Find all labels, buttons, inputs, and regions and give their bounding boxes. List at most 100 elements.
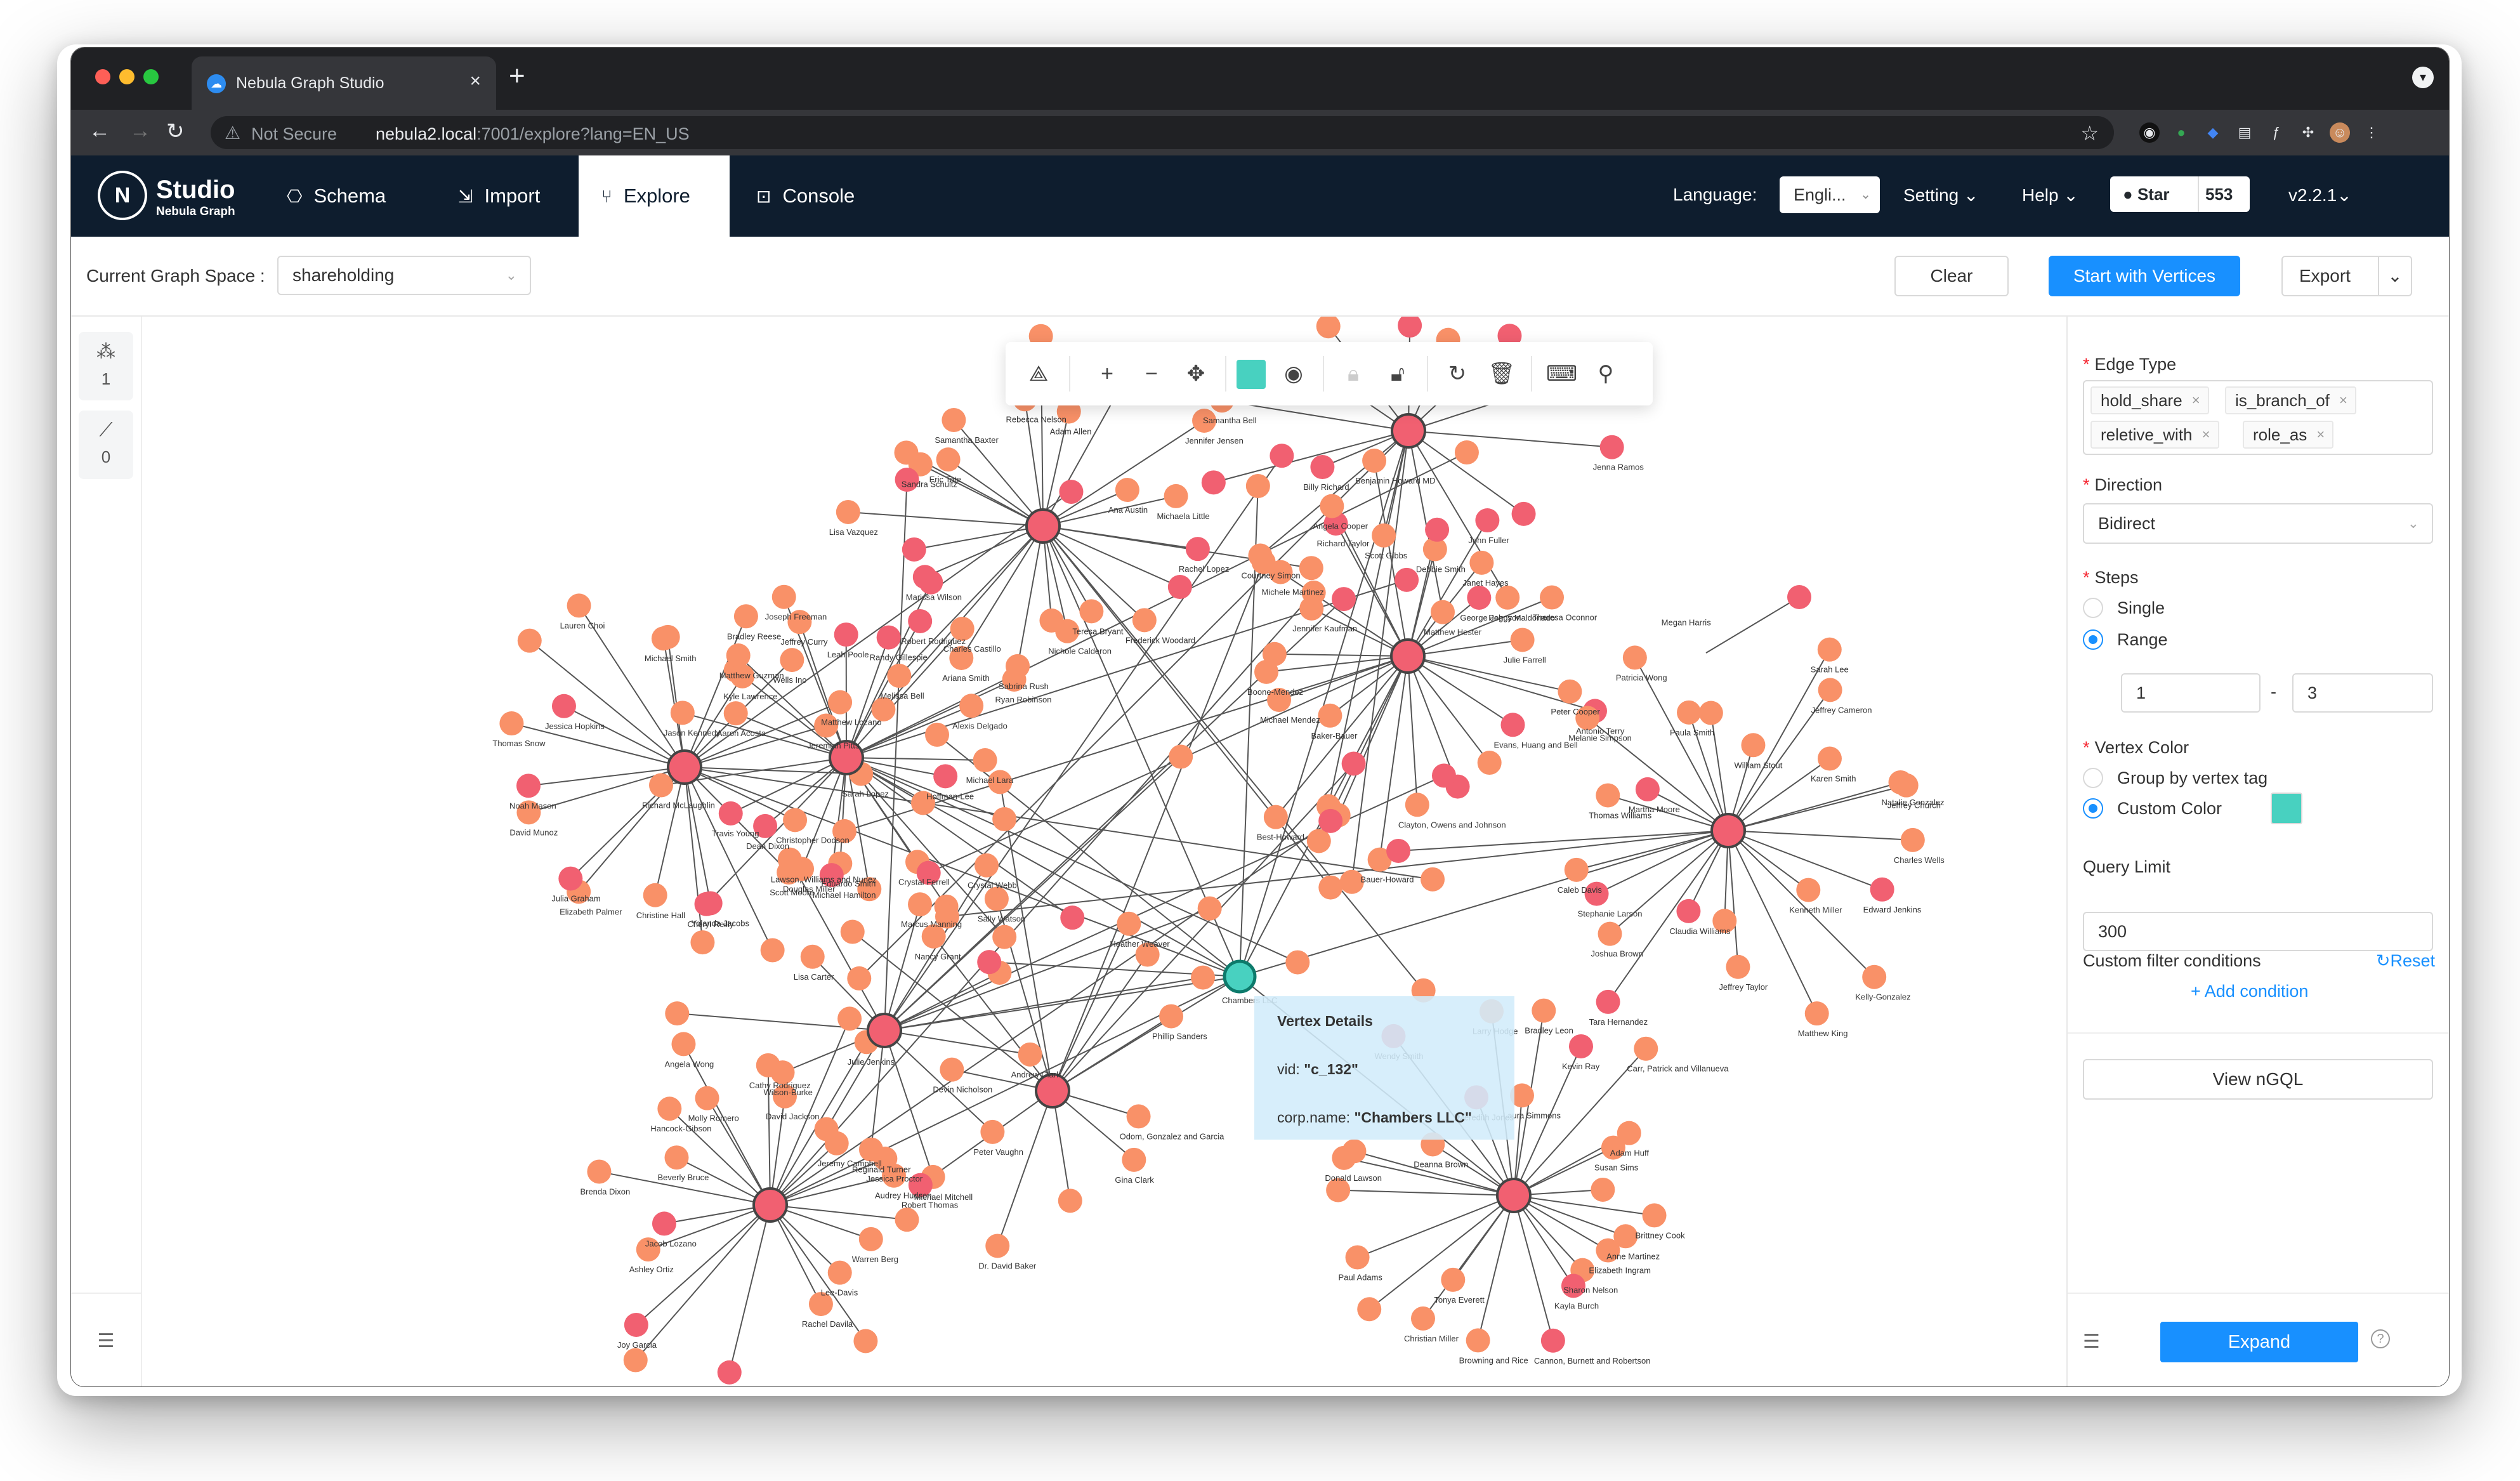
- graph-node[interactable]: [1318, 875, 1343, 900]
- edge-tag[interactable]: reletive_with ×: [2090, 421, 2219, 449]
- radio-circle-checked[interactable]: [2083, 798, 2103, 819]
- graph-node[interactable]: [1342, 1139, 1367, 1164]
- search-icon[interactable]: ⚲: [1591, 359, 1621, 389]
- graph-node[interactable]: [551, 694, 576, 718]
- graph-node[interactable]: [1425, 517, 1450, 542]
- graph-node[interactable]: [1622, 645, 1647, 670]
- url-field[interactable]: ⚠ Not Secure nebula2.local:7001/explore?…: [211, 116, 2114, 149]
- setting-menu[interactable]: Setting ⌄: [1903, 185, 1978, 206]
- graph-node[interactable]: [1345, 1245, 1370, 1270]
- edge-type-select[interactable]: hold_share × is_branch_of × reletive_with ×…: [2083, 380, 2433, 455]
- graph-node[interactable]: [840, 919, 865, 944]
- graph-node[interactable]: [1169, 744, 1193, 769]
- graph-node[interactable]: [980, 1119, 1005, 1144]
- graph-node[interactable]: [1510, 628, 1535, 652]
- graph-edge[interactable]: [1408, 430, 1612, 448]
- graph-node[interactable]: [1635, 777, 1660, 801]
- graph-node[interactable]: [1079, 599, 1104, 624]
- graph-node[interactable]: [984, 886, 1009, 911]
- graph-node[interactable]: [992, 807, 1017, 832]
- graph-edge[interactable]: [1728, 830, 1875, 978]
- graph-node[interactable]: [1386, 838, 1411, 863]
- chevron-down-icon[interactable]: ⌄: [2378, 257, 2411, 295]
- reader-extension-icon[interactable]: ▤: [2235, 122, 2255, 143]
- graph-edge[interactable]: [1407, 655, 1490, 763]
- nav-explore[interactable]: ⑂ Explore: [579, 155, 730, 237]
- graph-edge[interactable]: [846, 757, 985, 761]
- edge-tag[interactable]: is_branch_of ×: [2225, 386, 2356, 414]
- radio-circle[interactable]: [2083, 598, 2103, 618]
- graph-node[interactable]: [657, 1096, 682, 1121]
- language-select[interactable]: Engli... ⌄: [1780, 176, 1880, 213]
- graph-node[interactable]: [1132, 608, 1157, 633]
- graph-node[interactable]: [828, 690, 853, 714]
- graph-edge[interactable]: [1368, 1195, 1514, 1310]
- github-star-button[interactable]: ● Star 553: [2110, 176, 2250, 212]
- graph-node[interactable]: [1316, 317, 1341, 339]
- graph-node[interactable]: [499, 711, 524, 736]
- hub-edge[interactable]: [1239, 830, 1729, 977]
- graph-node[interactable]: [1362, 449, 1387, 473]
- shield-extension-icon[interactable]: ◆: [2203, 122, 2223, 143]
- graph-node[interactable]: [1201, 470, 1226, 495]
- reload-icon[interactable]: ↻: [166, 119, 185, 144]
- graph-node[interactable]: [1060, 905, 1085, 930]
- selected-vertex[interactable]: [1223, 959, 1257, 994]
- edges-counter[interactable]: ⟋ 0: [79, 411, 133, 479]
- maximize-window-button[interactable]: [143, 69, 159, 84]
- graph-node[interactable]: [567, 593, 591, 618]
- graph-node[interactable]: [1467, 585, 1492, 610]
- hub-edge[interactable]: [1052, 976, 1240, 1091]
- start-with-vertices-button[interactable]: Start with Vertices: [2049, 256, 2240, 296]
- hub-edge[interactable]: [846, 757, 1240, 977]
- graph-node[interactable]: [1431, 600, 1455, 624]
- graph-node[interactable]: [1870, 877, 1894, 902]
- graph-node[interactable]: [624, 1312, 648, 1337]
- graph-node[interactable]: [827, 1260, 852, 1285]
- graph-node[interactable]: [1500, 713, 1525, 737]
- steps-range-radio[interactable]: Range: [2083, 629, 2168, 650]
- minimize-window-button[interactable]: [119, 69, 135, 84]
- graph-node[interactable]: [780, 648, 804, 673]
- graph-node[interactable]: [1197, 896, 1222, 921]
- graph-node[interactable]: [1511, 501, 1536, 526]
- graph-node[interactable]: [1540, 585, 1565, 610]
- color-swatch[interactable]: [2271, 793, 2302, 824]
- graph-node[interactable]: [908, 892, 933, 917]
- graph-node[interactable]: [655, 624, 680, 649]
- zoom-in-icon[interactable]: +: [1092, 359, 1122, 389]
- graph-node[interactable]: [1263, 805, 1288, 829]
- graph-node[interactable]: [1598, 921, 1622, 946]
- graph-node[interactable]: [985, 1234, 1010, 1258]
- nav-console[interactable]: ⊡ Console: [750, 155, 861, 237]
- close-icon[interactable]: ×: [2339, 388, 2347, 413]
- graph-node[interactable]: [974, 853, 999, 878]
- graph-edge[interactable]: [924, 525, 1044, 578]
- version-menu[interactable]: v2.2.1⌄: [2288, 185, 2352, 206]
- graph-node[interactable]: [694, 892, 719, 916]
- hub-node[interactable]: [1391, 413, 1426, 449]
- graph-node[interactable]: [1558, 679, 1582, 704]
- graph-node[interactable]: [925, 722, 950, 747]
- graph-edge[interactable]: [1728, 784, 1906, 831]
- help-icon[interactable]: ?: [2371, 1329, 2390, 1348]
- graph-node[interactable]: [665, 1001, 690, 1026]
- graph-node[interactable]: [959, 694, 984, 718]
- help-menu[interactable]: Help ⌄: [2022, 185, 2078, 206]
- hub-node[interactable]: [1025, 508, 1061, 544]
- graph-node[interactable]: [1320, 494, 1344, 518]
- graph-node[interactable]: [1410, 1306, 1435, 1331]
- hub-node[interactable]: [1496, 1178, 1532, 1213]
- graph-edge[interactable]: [848, 511, 1044, 527]
- github-star[interactable]: ● Star: [2110, 176, 2199, 212]
- graph-edge[interactable]: [1728, 830, 1913, 841]
- graph-node[interactable]: [1372, 523, 1396, 548]
- graph-node[interactable]: [1900, 827, 1925, 852]
- expand-button[interactable]: Expand: [2160, 1322, 2358, 1362]
- graph-node[interactable]: [1159, 1004, 1184, 1029]
- evernote-extension-icon[interactable]: ●: [2171, 122, 2191, 143]
- graph-edge[interactable]: [1705, 596, 1800, 654]
- export-button[interactable]: Export ⌄: [2281, 256, 2412, 296]
- graph-edge[interactable]: [728, 1204, 771, 1373]
- graph-node[interactable]: [1318, 703, 1342, 728]
